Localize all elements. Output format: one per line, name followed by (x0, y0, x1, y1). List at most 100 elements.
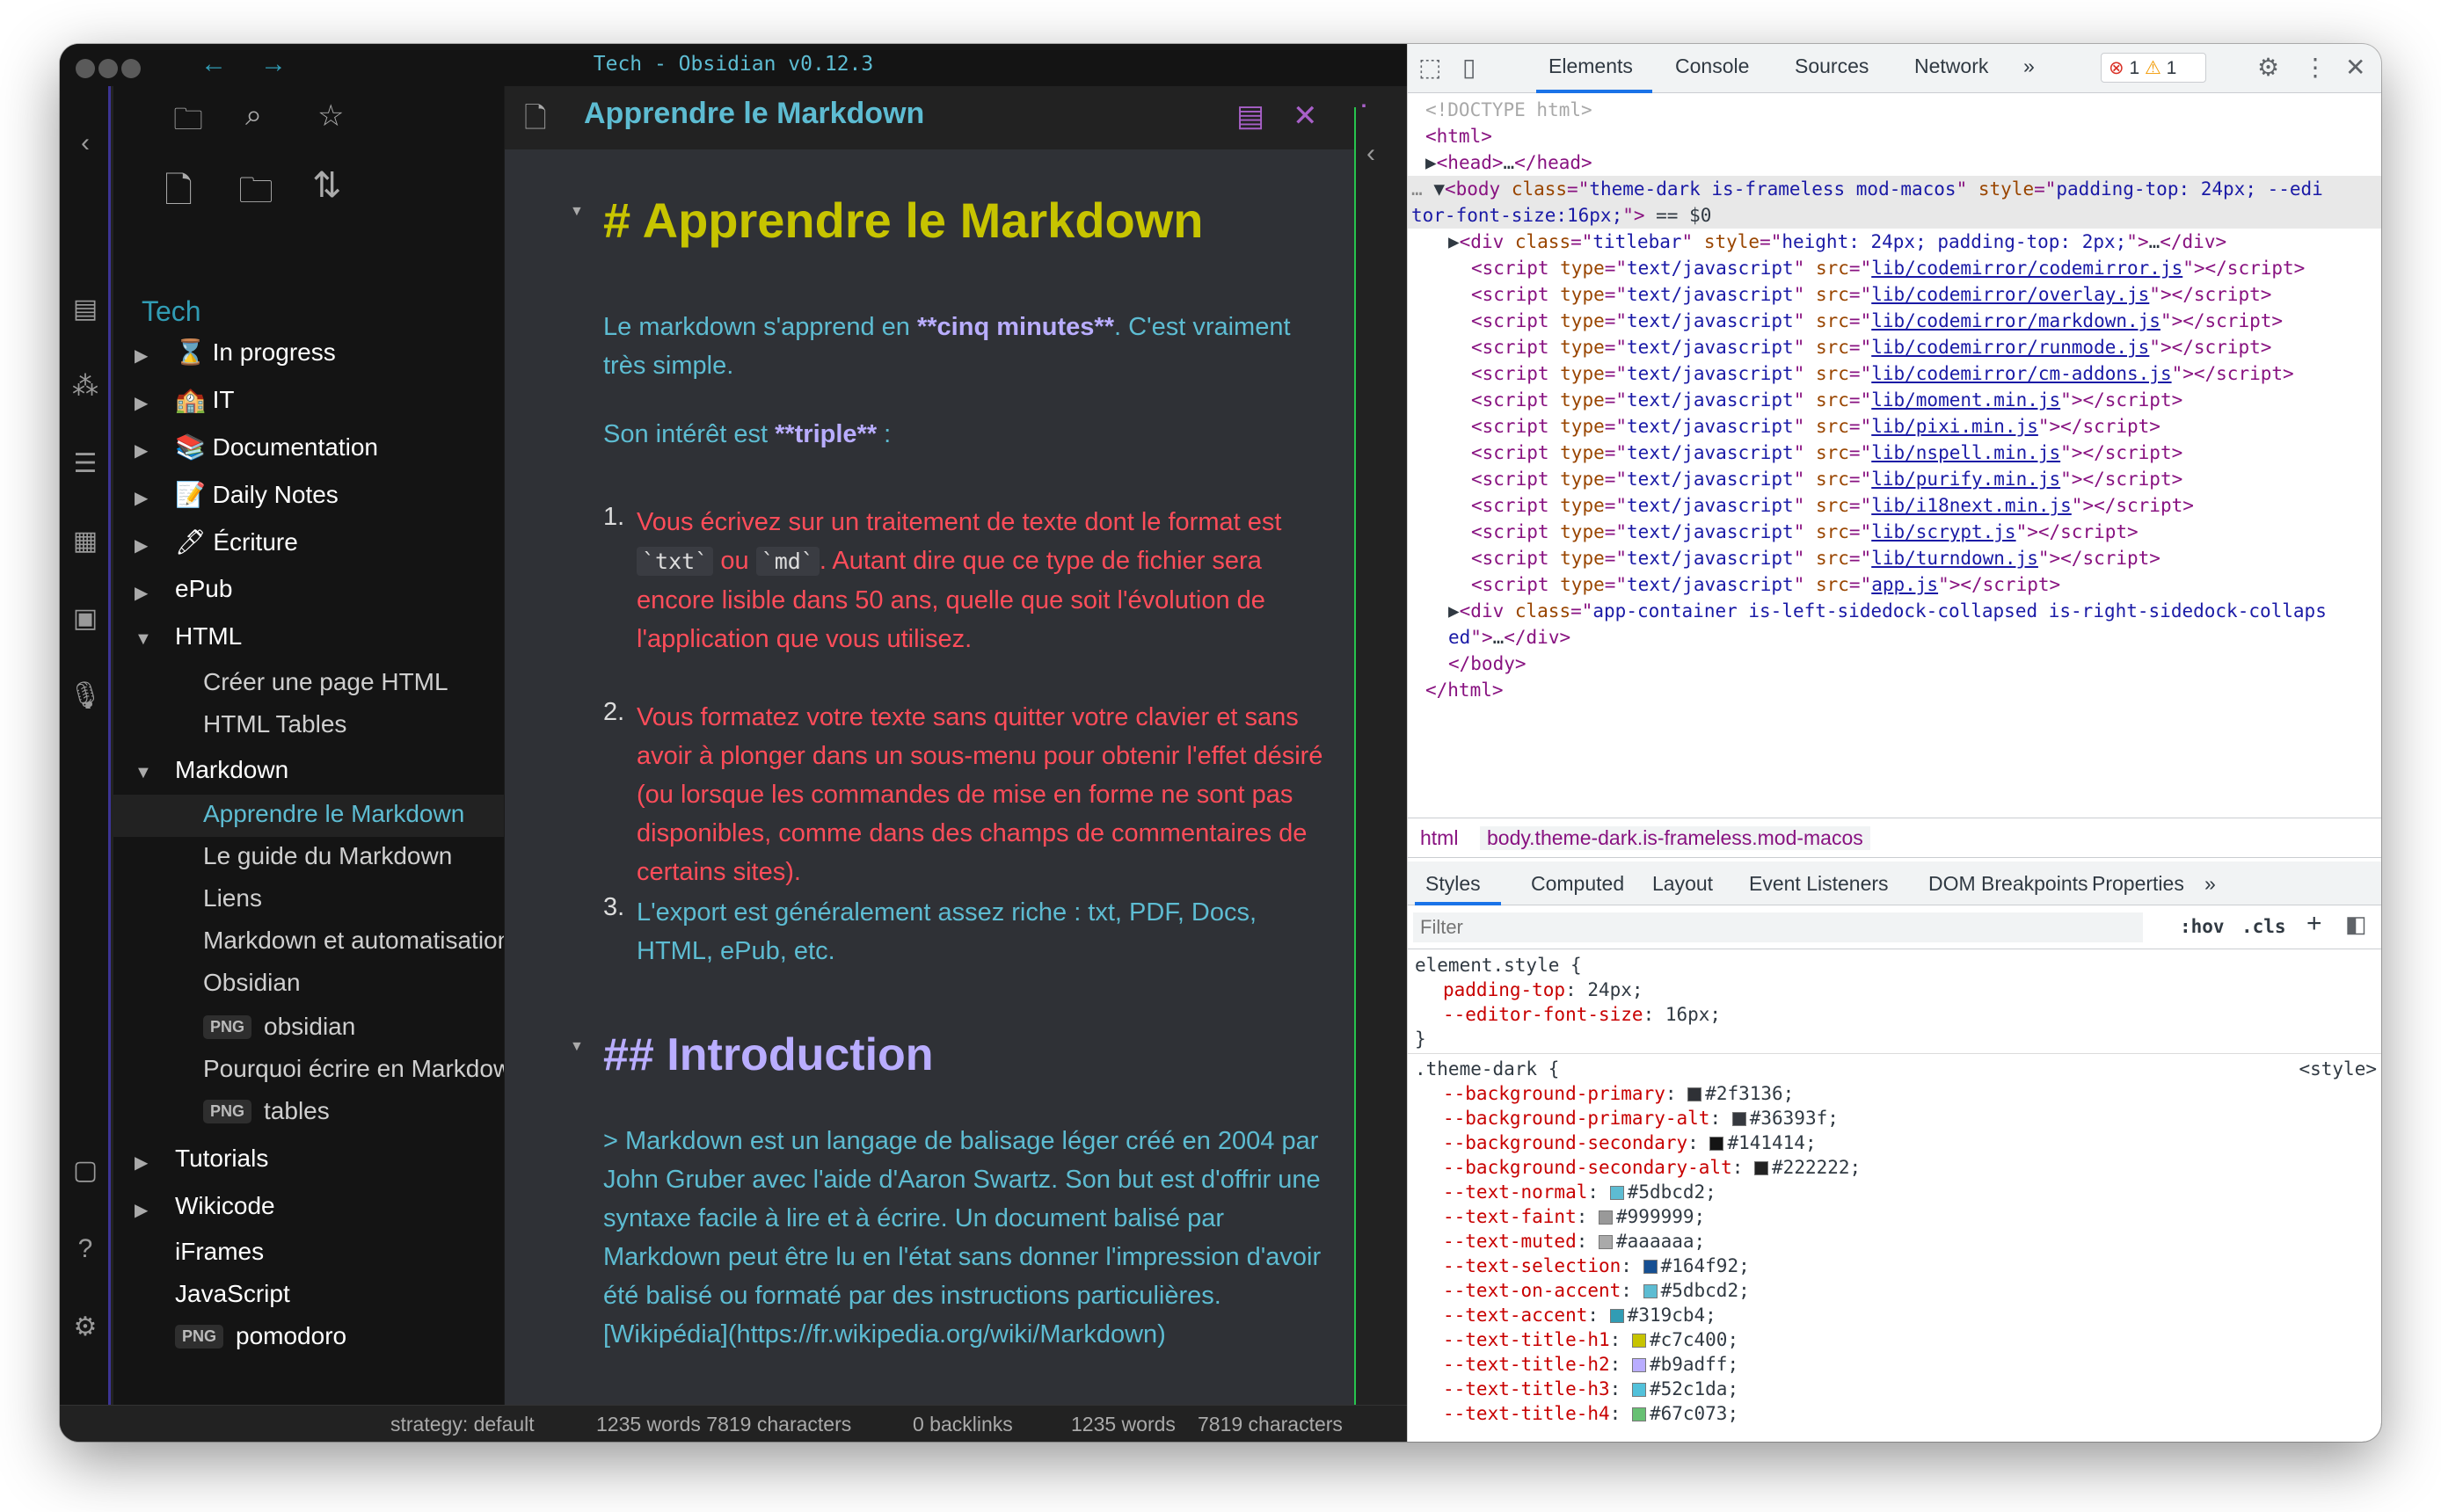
dom-script-node[interactable]: <script type="text/javascript" src="lib/… (1408, 360, 2381, 387)
fold-icon[interactable]: ▼ (570, 1039, 584, 1055)
tree-file[interactable]: PNG tables (113, 1092, 504, 1134)
daily-note-icon[interactable]: ▣ (60, 603, 111, 634)
folder-tab-icon[interactable]: 🗀 (173, 98, 203, 149)
styles-pane[interactable]: element.style {padding-top: 24px; --edito… (1408, 949, 2381, 1442)
chevron-right-icon[interactable]: ▶ (135, 487, 148, 509)
crumb-body[interactable]: body.theme-dark.is-frameless.mod-macos (1480, 826, 1870, 850)
tree-file[interactable]: PNG pomodoro (113, 1317, 504, 1359)
editor-content[interactable]: ▼ # Apprendre le Markdown Le markdown s'… (505, 149, 1414, 1405)
chevron-right-icon[interactable]: ▶ (135, 392, 148, 414)
style-property[interactable]: --editor-font-size: 16px; (1408, 1002, 2381, 1027)
color-swatch[interactable] (1731, 1112, 1746, 1126)
microphone-icon[interactable]: 🎙 (60, 680, 111, 711)
css-variable[interactable]: --text-accent: #319cb4; (1408, 1303, 2381, 1327)
dom-script-node[interactable]: <script type="text/javascript" src="lib/… (1408, 413, 2381, 440)
hov-toggle[interactable]: :hov (2180, 916, 2225, 937)
color-swatch[interactable] (1643, 1260, 1658, 1274)
status-backlinks[interactable]: 0 backlinks (913, 1413, 1013, 1436)
sort-icon[interactable]: ⇅ (312, 165, 342, 236)
tree-folder[interactable]: ▶ 📚 Documentation (113, 427, 504, 469)
star-icon[interactable]: ☆ (317, 98, 344, 134)
dom-node[interactable]: tor-font-size:16px;"> == $0 (1408, 202, 2381, 229)
tab-elements[interactable]: Elements (1548, 55, 1633, 78)
color-swatch[interactable] (1631, 1358, 1646, 1372)
dom-script-node[interactable]: <script type="text/javascript" src="lib/… (1408, 545, 2381, 571)
tree-folder[interactable]: ▶ 🖊 Écriture (113, 522, 504, 564)
tab-computed[interactable]: Computed (1531, 872, 1624, 896)
search-icon[interactable]: ⌕ (245, 98, 262, 133)
chevron-right-icon[interactable]: ▶ (135, 582, 148, 604)
color-swatch[interactable] (1631, 1383, 1646, 1397)
dom-node[interactable]: </html> (1408, 677, 2381, 703)
tree-file[interactable]: Liens (113, 879, 504, 921)
css-variable[interactable]: --text-title-h3: #52c1da; (1408, 1377, 2381, 1401)
chevron-down-icon[interactable]: ▼ (135, 629, 152, 650)
rule-close-brace[interactable]: } (1408, 1027, 2381, 1051)
tree-file[interactable]: Markdown et automatisation (113, 921, 504, 963)
dom-node[interactable]: </body> (1408, 651, 2381, 677)
tab-console[interactable]: Console (1675, 55, 1749, 78)
kebab-menu-icon[interactable]: ⋮ (2303, 53, 2328, 82)
tab-event-listeners[interactable]: Event Listeners (1749, 872, 1889, 896)
css-variable[interactable]: --text-muted: #aaaaaa; (1408, 1229, 2381, 1254)
dom-script-node[interactable]: <script type="text/javascript" src="lib/… (1408, 387, 2381, 413)
inspect-element-icon[interactable]: ⬚ (1418, 53, 1441, 82)
color-swatch[interactable] (1599, 1235, 1614, 1249)
collapse-sidebar-icon[interactable]: ‹ (60, 128, 111, 158)
tree-file[interactable]: iFrames (113, 1232, 504, 1275)
css-variable[interactable]: --background-primary: #2f3136; (1408, 1081, 2381, 1106)
chevron-right-icon[interactable]: ▶ (135, 440, 148, 462)
dom-script-node[interactable]: <script type="text/javascript" src="lib/… (1408, 519, 2381, 545)
element-style-selector[interactable]: element.style { (1408, 953, 2381, 978)
chevron-right-icon[interactable]: ▶ (135, 1152, 148, 1174)
fold-icon[interactable]: ▼ (570, 204, 584, 220)
settings-gear-icon[interactable]: ⚙ (60, 1312, 111, 1342)
tab-layout[interactable]: Layout (1652, 872, 1713, 896)
tab-sources[interactable]: Sources (1795, 55, 1869, 78)
crumb-html[interactable]: html (1420, 826, 1458, 850)
tab-network[interactable]: Network (1914, 55, 1988, 78)
theme-dark-selector[interactable]: .theme-dark {<style> (1408, 1057, 2381, 1081)
dom-script-node[interactable]: <script type="text/javascript" src="lib/… (1408, 308, 2381, 334)
graph-view-icon[interactable]: ⁂ (60, 371, 111, 402)
dom-script-node[interactable]: <script type="text/javascript" src="lib/… (1408, 334, 2381, 360)
tab-properties[interactable]: Properties (2092, 872, 2184, 896)
chevron-right-icon[interactable]: ▶ (135, 534, 148, 556)
tree-file[interactable]: Le guide du Markdown (113, 837, 504, 879)
command-palette-icon[interactable]: ☰ (60, 448, 111, 479)
dom-node[interactable]: ed">…</div> (1408, 624, 2381, 651)
color-swatch[interactable] (1631, 1407, 1646, 1421)
css-variable[interactable]: --text-title-h2: #b9adff; (1408, 1352, 2381, 1377)
device-toolbar-icon[interactable]: ▯ (1462, 53, 1476, 82)
css-variable[interactable]: --text-title-h1: #c7c400; (1408, 1327, 2381, 1352)
close-note-icon[interactable]: ✕ (1293, 98, 1318, 134)
tree-file[interactable]: Obsidian (113, 963, 504, 1006)
tree-file[interactable]: PNG obsidian (113, 1007, 504, 1050)
tab-dom-breakpoints[interactable]: DOM Breakpoints (1928, 872, 2088, 896)
dom-script-node[interactable]: <script type="text/javascript" src="lib/… (1408, 281, 2381, 308)
color-swatch[interactable] (1631, 1334, 1646, 1348)
chevron-down-icon[interactable]: ▼ (135, 763, 152, 783)
dom-tree[interactable]: <!DOCTYPE html> <html> ▶<head>…</head>… ▼<… (1408, 95, 2381, 842)
css-variable[interactable]: --background-secondary: #141414; (1408, 1130, 2381, 1155)
cls-toggle[interactable]: .cls (2241, 916, 2286, 937)
new-folder-icon[interactable]: 🗀 (238, 165, 273, 236)
vault-icon[interactable]: ▢ (60, 1155, 111, 1186)
tree-file[interactable]: Apprendre le Markdown (113, 795, 504, 837)
help-icon[interactable]: ? (60, 1234, 111, 1264)
color-swatch[interactable] (1609, 1309, 1624, 1323)
tree-file[interactable]: Pourquoi écrire en Markdown (113, 1050, 504, 1092)
dom-script-node[interactable]: <script type="text/javascript" src="lib/… (1408, 440, 2381, 466)
tree-folder[interactable]: ▶ Wikicode (113, 1187, 504, 1229)
more-subtabs-icon[interactable]: » (2204, 872, 2216, 896)
dom-node[interactable]: ▶<div class="titlebar" style="height: 24… (1408, 229, 2381, 255)
css-variable[interactable]: --text-faint: #999999; (1408, 1204, 2381, 1229)
css-variable[interactable]: --text-on-accent: #5dbcd2; (1408, 1278, 2381, 1303)
dom-node[interactable]: ▶<div class="app-container is-left-sided… (1408, 598, 2381, 624)
switcher-icon[interactable]: ▤ (60, 294, 111, 324)
color-swatch[interactable] (1609, 1186, 1624, 1200)
style-property[interactable]: padding-top: 24px; (1408, 978, 2381, 1002)
tree-file[interactable]: JavaScript (113, 1275, 504, 1317)
color-swatch[interactable] (1754, 1161, 1769, 1175)
tree-folder[interactable]: ▶ 📝 Daily Notes (113, 475, 504, 517)
